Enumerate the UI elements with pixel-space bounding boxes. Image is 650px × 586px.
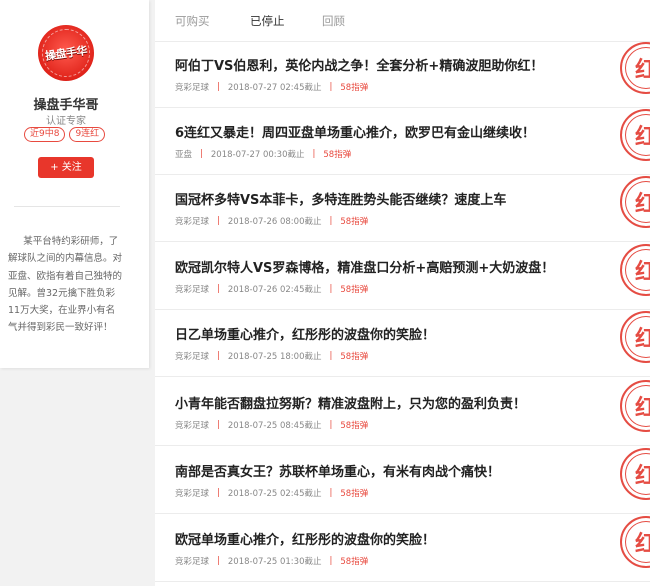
list-item[interactable]: 欧冠凯尔特人VS罗森博格，精准盘口分析+高赔预测+大奶波盘！ 竞彩足球 | 201… [155, 244, 650, 310]
article-meta: 亚盘 | 2018-07-27 00:30截止 | 58指弹 [175, 149, 352, 160]
article-price: 58指弹 [340, 421, 369, 431]
article-deadline: 2018-07-25 08:45截止 [227, 421, 322, 431]
article-category: 亚盘 [175, 150, 193, 160]
win-stamp-icon: 红 [620, 448, 650, 500]
tab-purchasable[interactable]: 可购买 [175, 13, 210, 29]
article-deadline: 2018-07-26 02:45截止 [227, 285, 322, 295]
badge-group: 近9中8 9连红 [24, 127, 106, 142]
tab-bar: 可购买 已停止 回顾 [155, 0, 650, 42]
tab-stopped[interactable]: 已停止 [250, 13, 285, 29]
list-item[interactable]: 欧冠单场重心推介，红彤彤的波盘你的笑脸！ 竞彩足球 | 2018-07-25 01… [155, 516, 650, 582]
article-meta: 竞彩足球 | 2018-07-25 18:00截止 | 58指弹 [175, 351, 369, 362]
divider [14, 206, 120, 207]
list-item[interactable]: 南部是否真女王？苏联杯单场重心，有米有肉战个痛快！ 竞彩足球 | 2018-07-… [155, 448, 650, 514]
follow-button[interactable]: + 关注 [38, 157, 94, 178]
article-list-panel: 可购买 已停止 回顾 阿伯丁VS伯恩利，英伦内战之争！全套分析+精确波胆助你红！… [155, 0, 650, 586]
list-item[interactable]: 阿伯丁VS伯恩利，英伦内战之争！全套分析+精确波胆助你红！ 竞彩足球 | 2018… [155, 42, 650, 108]
article-price: 58指弹 [340, 352, 369, 362]
article-meta: 竞彩足球 | 2018-07-25 01:30截止 | 58指弹 [175, 556, 369, 567]
article-deadline: 2018-07-26 08:00截止 [227, 217, 322, 227]
list-item[interactable]: 国冠杯多特VS本菲卡，多特连胜势头能否继续？速度上车 竞彩足球 | 2018-07… [155, 176, 650, 242]
article-deadline: 2018-07-27 02:45截止 [227, 83, 322, 93]
article-meta: 竞彩足球 | 2018-07-25 08:45截止 | 58指弹 [175, 420, 369, 431]
list-item[interactable]: 小青年能否翻盘拉努斯？精准波盘附上，只为您的盈利负责！ 竞彩足球 | 2018-0… [155, 380, 650, 446]
article-meta: 竞彩足球 | 2018-07-25 02:45截止 | 58指弹 [175, 488, 369, 499]
win-stamp-icon: 红 [620, 42, 650, 94]
article-price: 58指弹 [340, 83, 369, 93]
article-category: 竞彩足球 [175, 217, 210, 227]
article-category: 竞彩足球 [175, 557, 210, 567]
article-deadline: 2018-07-25 01:30截止 [227, 557, 322, 567]
article-title[interactable]: 阿伯丁VS伯恩利，英伦内战之争！全套分析+精确波胆助你红！ [175, 55, 543, 74]
article-title[interactable]: 南部是否真女王？苏联杯单场重心，有米有肉战个痛快！ [175, 461, 500, 480]
article-category: 竞彩足球 [175, 352, 210, 362]
list-item[interactable]: 6连红又暴走！周四亚盘单场重心推介，欧罗巴有金山继续收！ 亚盘 | 2018-07… [155, 109, 650, 175]
expert-name[interactable]: 操盘手华哥 [0, 94, 132, 113]
article-price: 58指弹 [340, 285, 369, 295]
article-deadline: 2018-07-25 02:45截止 [227, 489, 322, 499]
article-category: 竞彩足球 [175, 421, 210, 431]
win-stamp-icon: 红 [620, 516, 650, 568]
article-title[interactable]: 小青年能否翻盘拉努斯？精准波盘附上，只为您的盈利负责！ [175, 393, 526, 412]
article-meta: 竞彩足球 | 2018-07-27 02:45截止 | 58指弹 [175, 82, 369, 93]
status-badge-hit-rate: 近9中8 [24, 127, 66, 142]
article-category: 竞彩足球 [175, 83, 210, 93]
expert-profile-card: 操盘手华 操盘手华哥 认证专家 近9中8 9连红 + 关注 某平台特约彩研师，了… [0, 0, 149, 368]
article-title[interactable]: 国冠杯多特VS本菲卡，多特连胜势头能否继续？速度上车 [175, 189, 506, 208]
win-stamp-icon: 红 [620, 380, 650, 432]
article-title[interactable]: 欧冠单场重心推介，红彤彤的波盘你的笑脸！ [175, 529, 435, 548]
article-meta: 竞彩足球 | 2018-07-26 02:45截止 | 58指弹 [175, 284, 369, 295]
expert-bio: 某平台特约彩研师，了解球队之间的内幕信息。对亚盘、欧指有着自己独特的见解。曾32… [8, 236, 123, 334]
win-stamp-icon: 红 [620, 176, 650, 228]
article-title[interactable]: 日乙单场重心推介，红彤彤的波盘你的笑脸！ [175, 324, 435, 343]
article-meta: 竞彩足球 | 2018-07-26 08:00截止 | 58指弹 [175, 216, 369, 227]
article-price: 58指弹 [323, 150, 352, 160]
avatar[interactable]: 操盘手华 [38, 25, 94, 81]
article-price: 58指弹 [340, 217, 369, 227]
article-deadline: 2018-07-27 00:30截止 [210, 150, 305, 160]
article-title[interactable]: 6连红又暴走！周四亚盘单场重心推介，欧罗巴有金山继续收！ [175, 122, 535, 141]
status-badge-streak: 9连红 [69, 127, 106, 142]
article-category: 竞彩足球 [175, 285, 210, 295]
win-stamp-icon: 红 [620, 244, 650, 296]
win-stamp-icon: 红 [620, 311, 650, 363]
win-stamp-icon: 红 [620, 109, 650, 161]
article-title[interactable]: 欧冠凯尔特人VS罗森博格，精准盘口分析+高赔预测+大奶波盘！ [175, 257, 554, 276]
article-price: 58指弹 [340, 489, 369, 499]
tab-review[interactable]: 回顾 [322, 13, 345, 29]
article-price: 58指弹 [340, 557, 369, 567]
expert-role: 认证专家 [46, 116, 86, 127]
article-category: 竞彩足球 [175, 489, 210, 499]
list-item[interactable]: 日乙单场重心推介，红彤彤的波盘你的笑脸！ 竞彩足球 | 2018-07-25 18… [155, 311, 650, 377]
article-deadline: 2018-07-25 18:00截止 [227, 352, 322, 362]
